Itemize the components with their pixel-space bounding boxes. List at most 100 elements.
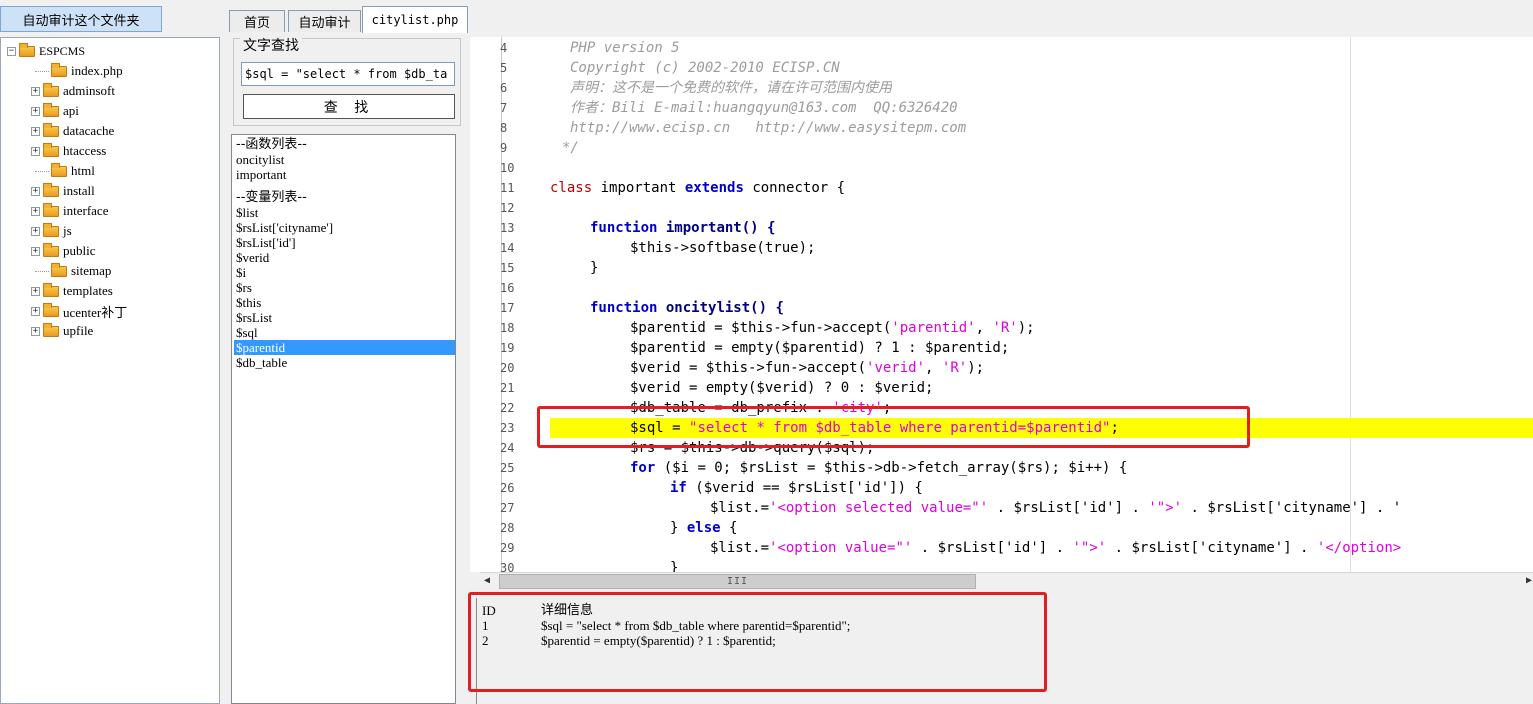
annotation-box-code — [537, 406, 1250, 448]
variable-item[interactable]: $list — [234, 205, 455, 220]
code-token: $parentid = empty($parentid) ? 1 : $pare… — [630, 340, 1010, 356]
tree-item[interactable]: + templates — [31, 281, 113, 301]
expand-icon[interactable]: + — [31, 326, 40, 336]
line-number: 16 — [500, 281, 515, 295]
tree-item[interactable]: + upfile — [31, 321, 93, 341]
folder-icon — [19, 42, 35, 57]
variable-item[interactable]: $rs — [234, 280, 455, 295]
code-line[interactable]: PHP version 5 — [570, 38, 680, 58]
variable-item[interactable]: $db_table — [234, 355, 455, 370]
expand-icon[interactable]: + — [31, 106, 40, 116]
file-tree[interactable]: − ESPCMS index.php + adminsoft + api + datacac… — [0, 37, 220, 704]
code-line[interactable]: http://www.ecisp.cn http://www.easysitep… — [570, 118, 966, 138]
code-line[interactable]: $parentid = empty($parentid) ? 1 : $pare… — [630, 338, 1009, 358]
code-line[interactable]: 作者：Bili E-mail:huangqyun@163.com QQ:6326… — [570, 98, 958, 118]
tree-item[interactable]: sitemap — [35, 261, 111, 281]
code-line[interactable]: class important extends connector { — [550, 178, 845, 198]
code-token: 'R' — [941, 360, 968, 376]
symbol-list[interactable]: --函数列表-- oncitylist important --变量列表-- $list… — [231, 134, 456, 704]
tab-citylist[interactable]: citylist.php — [362, 6, 468, 33]
code-token: 'verid' — [866, 360, 926, 376]
variable-item[interactable]: $this — [234, 295, 455, 310]
code-line[interactable]: } — [590, 258, 598, 278]
code-line[interactable]: function important() { — [590, 218, 775, 238]
variable-item[interactable]: $rsList['cityname'] — [234, 220, 455, 235]
collapse-icon[interactable]: − — [7, 46, 16, 56]
scroll-left-arrow-icon[interactable]: ◀ — [484, 575, 490, 586]
expand-icon[interactable]: + — [31, 286, 40, 296]
line-gutter — [470, 37, 502, 572]
expand-icon[interactable]: + — [31, 206, 40, 216]
code-line[interactable]: if ($verid == $rsList['id']) { — [670, 478, 923, 498]
code-line[interactable]: Copyright (c) 2002-2010 ECISP.CN — [570, 58, 840, 78]
folder-icon — [43, 282, 59, 297]
code-line[interactable]: */ — [562, 138, 579, 158]
function-item[interactable]: oncitylist — [234, 152, 455, 167]
tree-item[interactable]: + interface — [31, 201, 108, 221]
code-token: $verid = $this->fun->accept( — [630, 360, 867, 376]
tree-root[interactable]: − ESPCMS — [7, 41, 85, 61]
tree-item[interactable]: html — [35, 161, 95, 181]
tree-item[interactable]: index.php — [35, 61, 123, 81]
code-line[interactable]: for ($i = 0; $rsList = $this->db->fetch_… — [630, 458, 1127, 478]
code-line[interactable]: $verid = empty($verid) ? 0 : $verid; — [630, 378, 933, 398]
code-token: http://www.ecisp.cn http://www.easysitep… — [570, 120, 967, 136]
code-token: , — [975, 320, 993, 336]
variable-item[interactable]: $rsList['id'] — [234, 235, 455, 250]
expand-icon[interactable]: + — [31, 246, 40, 256]
expand-icon[interactable]: + — [31, 126, 40, 136]
code-line[interactable]: $list.='<option selected value="' . $rsL… — [710, 498, 1401, 518]
tree-item-label: api — [63, 103, 79, 118]
search-button[interactable]: 查 找 — [243, 94, 455, 119]
tree-connector — [35, 170, 49, 172]
expand-icon[interactable]: + — [31, 146, 40, 156]
code-line[interactable]: $verid = $this->fun->accept('verid', 'R'… — [630, 358, 984, 378]
line-number: 6 — [500, 81, 508, 95]
expand-icon[interactable]: + — [31, 86, 40, 96]
code-token: important() { — [657, 220, 776, 236]
search-legend: 文字查找 — [240, 35, 302, 55]
function-item[interactable]: important — [234, 167, 455, 182]
code-token: extends — [684, 180, 744, 196]
tree-item[interactable]: + js — [31, 221, 72, 241]
expand-icon[interactable]: + — [31, 306, 40, 316]
code-token: $list.= — [710, 540, 770, 556]
annotation-box-results — [468, 592, 1047, 692]
code-line[interactable]: 声明：这不是一个免费的软件，请在许可范围内使用 — [570, 78, 892, 98]
line-number: 25 — [500, 461, 515, 475]
variable-item[interactable]: $i — [234, 265, 455, 280]
code-token: . $rsList['cityname'] . ' — [1182, 500, 1402, 516]
audit-folder-button[interactable]: 自动审计这个文件夹 — [0, 6, 162, 32]
folder-icon — [43, 202, 59, 217]
tree-item-label: adminsoft — [63, 83, 115, 98]
tree-item[interactable]: + api — [31, 101, 79, 121]
tab-auto-audit[interactable]: 自动审计 — [288, 10, 361, 32]
code-line[interactable]: function oncitylist() { — [590, 298, 784, 318]
code-token: 'parentid' — [891, 320, 976, 336]
tree-item[interactable]: + htaccess — [31, 141, 106, 161]
expand-icon[interactable]: + — [31, 226, 40, 236]
code-line[interactable]: $list.='<option value="' . $rsList['id']… — [710, 538, 1401, 558]
expand-icon[interactable]: + — [31, 186, 40, 196]
variable-list-header[interactable]: --变量列表-- — [234, 190, 455, 205]
scroll-right-arrow-icon[interactable]: ▶ — [1526, 575, 1532, 586]
search-input[interactable] — [241, 62, 455, 86]
tree-item[interactable]: + adminsoft — [31, 81, 115, 101]
code-line[interactable]: $parentid = $this->fun->accept('parentid… — [630, 318, 1035, 338]
scrollbar-thumb[interactable]: III — [499, 574, 976, 589]
line-number: 24 — [500, 441, 515, 455]
variable-item[interactable]: $rsList — [234, 310, 455, 325]
variable-item[interactable]: $sql — [234, 325, 455, 340]
function-list-header[interactable]: --函数列表-- — [234, 137, 455, 152]
tree-item[interactable]: + install — [31, 181, 95, 201]
code-line[interactable]: } else { — [670, 518, 737, 538]
code-line[interactable]: $this->softbase(true); — [630, 238, 815, 258]
folder-icon — [51, 262, 67, 277]
tab-home[interactable]: 首页 — [229, 10, 285, 32]
tree-item[interactable]: + public — [31, 241, 96, 261]
variable-item[interactable]: $parentid — [234, 340, 455, 355]
variable-item[interactable]: $verid — [234, 250, 455, 265]
code-token: '">' — [1072, 540, 1107, 556]
tree-item[interactable]: + datacache — [31, 121, 114, 141]
tree-item[interactable]: + ucenter补丁 — [31, 301, 127, 321]
